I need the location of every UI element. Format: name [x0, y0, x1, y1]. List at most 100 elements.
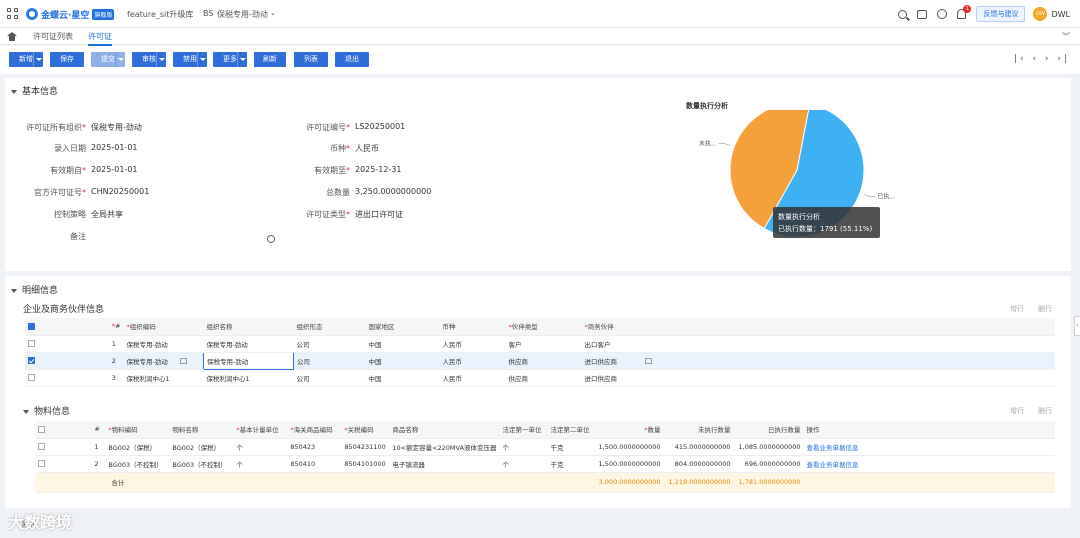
select-all-checkbox[interactable] [38, 425, 45, 433]
cell-partner[interactable]: 出口客户 [581, 335, 1055, 353]
cell-u2[interactable]: 千克 [547, 455, 596, 473]
column-header[interactable]: 法定第一单位 [499, 421, 548, 439]
material-title[interactable]: 物料信息 [23, 404, 70, 417]
column-header[interactable]: 法定第二单位 [547, 421, 596, 439]
cell-pending[interactable]: 415.0000000000 [663, 438, 734, 456]
basic-info-title[interactable]: 基本信息 [11, 84, 58, 97]
column-header[interactable]: *伙伴类型 [505, 318, 582, 336]
detail-title[interactable]: 明细信息 [11, 283, 58, 296]
chevron-down-icon[interactable] [33, 52, 43, 67]
submit-button[interactable]: 提交 [91, 52, 125, 67]
column-header[interactable]: *物料编码 [105, 421, 170, 439]
cell-u1[interactable]: 个 [499, 438, 548, 456]
row-checkbox-cell[interactable] [35, 455, 92, 473]
cell-qty[interactable]: 1,500.0000000000 [595, 455, 664, 473]
bell-icon[interactable]: 1 [957, 5, 972, 19]
header-checkbox-cell[interactable] [25, 318, 109, 336]
column-header[interactable]: 组织名称 [203, 318, 294, 336]
cell-hs[interactable]: 850410 [287, 455, 342, 473]
refresh-button[interactable]: 刷新 [254, 52, 286, 67]
cell-name[interactable]: BG003（不控制） [169, 455, 234, 473]
row-checkbox-cell[interactable] [25, 369, 109, 387]
field-value[interactable]: 全局共享 [91, 209, 123, 220]
field-value[interactable]: 保税专用-劲动 [91, 122, 142, 133]
cell-country[interactable]: 中国 [365, 369, 440, 387]
cell-tariff[interactable]: 8504101000 [341, 455, 390, 473]
cell-type[interactable]: 供应商 [505, 352, 582, 370]
column-header[interactable]: 国家地区 [365, 318, 440, 336]
row-checkbox[interactable] [28, 374, 35, 381]
chevron-down-icon[interactable] [197, 52, 207, 67]
collapse-icon[interactable]: ︾ [1062, 31, 1070, 42]
cell-name[interactable]: BG002（保税） [169, 438, 234, 456]
table-row[interactable]: 2 BG003（不控制） BG003（不控制） 个 850410 8504101000 电子… [35, 455, 1055, 473]
chevron-down-icon[interactable] [156, 52, 166, 67]
exit-button[interactable]: 退出 [335, 52, 369, 67]
row-checkbox[interactable] [38, 443, 45, 450]
collapse-caret-icon[interactable] [11, 89, 17, 94]
row-checkbox[interactable] [28, 340, 35, 347]
cell-name[interactable]: 保税利润中心1 [203, 369, 294, 387]
cell-op[interactable]: 查看业务单据信息 [803, 455, 1055, 473]
disable-button[interactable]: 禁用 [173, 52, 207, 67]
cell-form[interactable]: 公司 [293, 369, 366, 387]
column-header[interactable]: *数量 [595, 421, 664, 439]
cell-type[interactable]: 供应商 [505, 369, 582, 387]
cell-pending[interactable]: 804.0000000000 [663, 455, 734, 473]
org-selector[interactable]: 保税专用-劲动 [217, 9, 268, 20]
table-row[interactable]: 1 保税专用-劲动 保税专用-劲动 公司 中国 人民币 客户 出口客户 [25, 335, 1055, 353]
cell-currency[interactable]: 人民币 [439, 369, 506, 387]
cell-u1[interactable]: 个 [499, 455, 548, 473]
app-grid-icon[interactable] [7, 8, 18, 19]
column-header[interactable]: *海关商品编码 [287, 421, 342, 439]
partner-delete-row-button[interactable]: 删行 [1038, 304, 1052, 314]
smile-icon[interactable] [937, 9, 948, 19]
chevron-down-icon[interactable] [115, 52, 125, 67]
select-all-checkbox[interactable] [28, 322, 35, 330]
field-value[interactable]: 2025-01-01 [91, 165, 138, 174]
cell-unit[interactable]: 个 [233, 455, 288, 473]
cell-code[interactable]: 保税利润中心1 [123, 369, 204, 387]
settings-icon[interactable] [267, 235, 275, 243]
field-value[interactable]: 人民币 [355, 143, 379, 154]
cell-currency[interactable]: 人民币 [439, 352, 506, 370]
field-value[interactable]: LS20250001 [355, 122, 405, 131]
cell-qty[interactable]: 1,500.0000000000 [595, 438, 664, 456]
lookup-icon[interactable] [179, 357, 187, 364]
cell-currency[interactable]: 人民币 [439, 335, 506, 353]
field-value[interactable]: 2025-01-01 [91, 143, 138, 152]
cell-name[interactable]: 保税专用-劲动 [203, 335, 294, 353]
column-header[interactable]: 组织形态 [293, 318, 366, 336]
new-button[interactable]: 新增 [9, 52, 43, 67]
column-header[interactable]: *商务伙伴 [581, 318, 1055, 336]
cell-done[interactable]: 1,085.0000000000 [733, 438, 804, 456]
cell-code[interactable]: 保税专用-劲动 [123, 352, 204, 370]
cell-form[interactable]: 公司 [293, 352, 366, 370]
row-checkbox-cell[interactable] [25, 352, 109, 370]
collapse-caret-icon[interactable] [23, 409, 29, 414]
list-button[interactable]: 列表 [294, 52, 328, 67]
side-panel-toggle[interactable]: ‹ [1074, 316, 1080, 336]
column-header[interactable]: 物料名称 [169, 421, 234, 439]
cell-op[interactable]: 查看业务单据信息 [803, 438, 1055, 456]
cell-country[interactable]: 中国 [365, 335, 440, 353]
partner-add-row-button[interactable]: 增行 [1010, 304, 1024, 314]
tenant-name[interactable]: feature_sit升级库 [127, 9, 193, 20]
cell-no[interactable]: 2 [91, 455, 106, 473]
search-icon[interactable] [898, 9, 908, 19]
column-header[interactable]: 已执行数量 [733, 421, 804, 439]
cell-goods[interactable]: 10<额定容量<220MVA液体变压器 [389, 438, 500, 456]
column-header[interactable]: 未执行数量 [663, 421, 734, 439]
column-header[interactable]: *# [108, 318, 124, 336]
avatar[interactable]: DW [1033, 7, 1048, 21]
column-header[interactable]: *关税编码 [341, 421, 390, 439]
field-value[interactable]: CHN20250001 [91, 187, 149, 196]
chevron-down-icon[interactable] [237, 52, 247, 67]
row-checkbox-cell[interactable] [35, 438, 92, 456]
column-header[interactable]: 操作 [803, 421, 1055, 439]
cell-code[interactable]: 保税专用-劲动 [123, 335, 204, 353]
cell-code[interactable]: BG003（不控制） [105, 455, 170, 473]
field-value[interactable]: 2025-12-31 [355, 165, 402, 174]
cell-tariff[interactable]: 8504231100 [341, 438, 390, 456]
cell-type[interactable]: 客户 [505, 335, 582, 353]
